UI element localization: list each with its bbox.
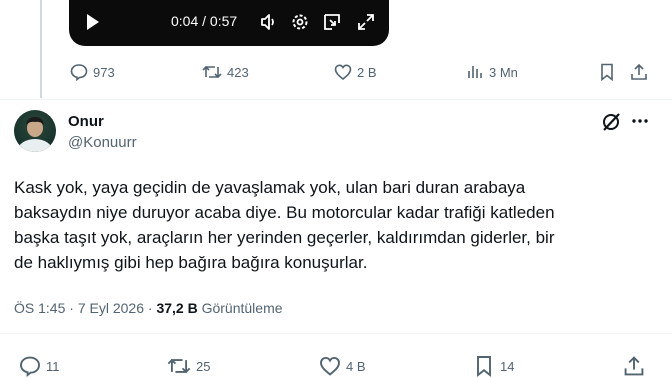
repost-count: 423	[227, 64, 249, 80]
repost-button[interactable]: 423	[201, 62, 249, 82]
reply-count: 973	[93, 64, 115, 80]
repost-count: 25	[196, 358, 211, 374]
meta-separator: ·	[69, 300, 74, 316]
like-button[interactable]: 4 B	[318, 354, 366, 378]
bookmark-count: 14	[500, 358, 515, 374]
repost-button[interactable]: 25	[166, 354, 210, 378]
divider	[0, 333, 672, 334]
more-options-icon[interactable]	[630, 111, 650, 136]
picture-in-picture-icon[interactable]	[322, 12, 342, 37]
volume-icon[interactable]	[259, 12, 279, 37]
reply-icon	[18, 354, 42, 378]
settings-gear-icon[interactable]	[290, 12, 310, 37]
avatar[interactable]	[14, 110, 56, 152]
like-count: 2 B	[357, 64, 377, 80]
tweet-date[interactable]: 7 Eyl 2026	[78, 300, 144, 316]
thread-connector-line	[40, 0, 42, 98]
parent-tweet-actions: 973 423 2 B 3 Mn	[69, 62, 654, 84]
tweet-time[interactable]: ÖS 1:45	[14, 300, 65, 316]
user-handle[interactable]: @Konuurr	[68, 134, 137, 151]
like-button[interactable]: 2 B	[333, 62, 377, 82]
video-player-controls[interactable]: 0:04 / 0:57	[69, 0, 389, 46]
play-icon[interactable]	[85, 12, 101, 37]
meta-separator: ·	[147, 300, 153, 316]
grok-icon[interactable]	[600, 111, 622, 138]
views-label: Görüntüleme	[201, 300, 283, 316]
repost-icon	[201, 62, 223, 82]
tweet-metadata: ÖS 1:45 · 7 Eyl 2026 · 37,2 B Görüntülem…	[14, 300, 283, 316]
like-count: 4 B	[346, 358, 366, 374]
share-button[interactable]	[629, 62, 649, 82]
fullscreen-icon[interactable]	[356, 12, 376, 37]
bookmark-icon	[597, 62, 617, 82]
bookmark-button[interactable]	[597, 62, 617, 82]
bookmark-button[interactable]: 14	[472, 354, 514, 378]
display-name[interactable]: Onur	[68, 113, 104, 130]
heart-icon	[333, 62, 353, 82]
divider	[0, 99, 672, 100]
views-button[interactable]: 3 Mn	[465, 62, 518, 82]
bar-chart-icon	[465, 62, 485, 82]
heart-icon	[318, 354, 342, 378]
reply-button[interactable]: 973	[69, 62, 115, 82]
share-icon	[622, 354, 646, 378]
reply-button[interactable]: 11	[18, 354, 60, 378]
reply-count: 11	[46, 358, 60, 374]
view-count: 3 Mn	[489, 64, 518, 80]
repost-icon	[166, 354, 192, 378]
tweet-actions: 11 25 4 B 14	[14, 354, 654, 378]
share-button[interactable]	[622, 354, 646, 378]
views-count: 37,2 B	[156, 300, 198, 316]
video-time: 0:04 / 0:57	[171, 13, 238, 29]
reply-icon	[69, 62, 89, 82]
bookmark-icon	[472, 354, 496, 378]
share-icon	[629, 62, 649, 82]
tweet-text: Kask yok, yaya geçidin de yavaşlamak yok…	[14, 178, 555, 272]
